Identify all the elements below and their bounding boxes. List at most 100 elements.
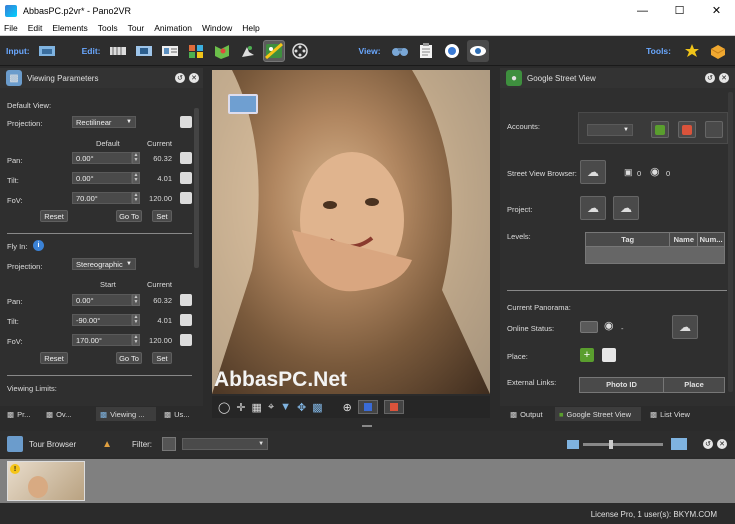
float-icon[interactable]: ↺: [175, 73, 185, 83]
menu-tools[interactable]: Tools: [98, 23, 118, 33]
image-icon[interactable]: ▩: [312, 401, 322, 414]
filter-select[interactable]: ▼: [182, 438, 269, 450]
tools-wizard-icon[interactable]: [681, 40, 703, 62]
tilt-stepper[interactable]: ▲ ▼: [132, 172, 140, 184]
slider-handle[interactable]: [609, 439, 613, 449]
crosshair-icon[interactable]: ✛: [236, 401, 245, 414]
remove-account-icon[interactable]: [678, 121, 696, 138]
scrollbar[interactable]: [194, 108, 199, 268]
input-panorama-icon[interactable]: [36, 40, 58, 62]
filter-icon[interactable]: [162, 437, 177, 451]
fly-fov-stepper[interactable]: ▲ ▼: [132, 334, 140, 346]
tab-properties[interactable]: ▩ Pr...: [3, 407, 39, 421]
tab-overview[interactable]: ▩ Ov...: [42, 407, 90, 421]
projection-options-icon[interactable]: [180, 116, 192, 128]
panorama-thumbnail-icon[interactable]: [228, 94, 258, 114]
tab-output[interactable]: ▩ Output: [506, 407, 552, 421]
splitter-handle[interactable]: [362, 425, 372, 427]
eye-icon[interactable]: [466, 39, 489, 62]
tour-element-icon[interactable]: [237, 40, 259, 62]
menu-help[interactable]: Help: [242, 23, 259, 33]
fly-pan-stepper[interactable]: ▲ ▼: [132, 294, 140, 306]
menu-window[interactable]: Window: [202, 23, 232, 33]
preview-icon[interactable]: [441, 40, 463, 62]
menu-elements[interactable]: Elements: [52, 23, 87, 33]
minimize-button[interactable]: —: [624, 0, 661, 21]
tab-google-street-view[interactable]: ■ Google Street View: [555, 407, 641, 421]
fly-pan-field[interactable]: 0.00°: [72, 294, 132, 306]
thumbnail-size-slider[interactable]: [583, 439, 663, 449]
panorama-viewport[interactable]: AbbasPC.Net: [212, 70, 490, 394]
sort-icon[interactable]: ▲: [102, 439, 112, 450]
fly-goto-button[interactable]: Go To: [116, 352, 142, 364]
fly-tilt-copy-icon[interactable]: [180, 314, 192, 326]
levels-table[interactable]: Tag Name Num...: [585, 232, 725, 264]
compass-icon[interactable]: ◯: [218, 401, 230, 414]
tab-viewing[interactable]: ▩ Viewing ...: [96, 407, 156, 421]
fly-pan-copy-icon[interactable]: [180, 294, 192, 306]
grid-icon[interactable]: ▦: [252, 401, 262, 414]
fly-fov-field[interactable]: 170.00°: [72, 334, 132, 346]
maximize-button[interactable]: ☐: [661, 0, 698, 21]
fly-set-button[interactable]: Set: [152, 352, 172, 364]
fly-projection-select[interactable]: Stereographic ▼: [72, 258, 136, 270]
goto-button[interactable]: Go To: [116, 210, 142, 222]
pan-stepper[interactable]: ▲ ▼: [132, 152, 140, 164]
tilt-copy-icon[interactable]: [180, 172, 192, 184]
color-red-button[interactable]: [383, 400, 404, 414]
tools-package-icon[interactable]: [707, 40, 729, 62]
close-icon[interactable]: ✕: [717, 439, 727, 449]
tab-list-view[interactable]: ▩ List View: [646, 407, 696, 421]
target-icon[interactable]: ⊕: [343, 401, 352, 414]
close-button[interactable]: ✕: [698, 0, 735, 21]
fov-stepper[interactable]: ▲ ▼: [132, 192, 140, 204]
close-icon[interactable]: ✕: [189, 73, 199, 83]
google-street-view-icon[interactable]: [262, 39, 285, 62]
fly-tilt-field[interactable]: -90.00°: [72, 314, 132, 326]
binoculars-icon[interactable]: [389, 40, 411, 62]
projection-select[interactable]: Rectilinear ▼: [72, 116, 136, 128]
reset-button[interactable]: Reset: [40, 210, 68, 222]
ruler-icon[interactable]: ⌖: [268, 401, 274, 414]
panorama-thumbnail[interactable]: !: [7, 461, 85, 501]
fly-tilt-stepper[interactable]: ▲ ▼: [132, 314, 140, 326]
menu-edit[interactable]: Edit: [28, 23, 43, 33]
menu-tour[interactable]: Tour: [128, 23, 145, 33]
scrollbar[interactable]: [728, 92, 733, 392]
refresh-account-icon[interactable]: [705, 121, 723, 138]
external-links-table[interactable]: Photo ID Place: [579, 377, 725, 393]
user-data-icon[interactable]: [159, 40, 181, 62]
maps-icon[interactable]: [211, 40, 233, 62]
viewing-parameters-icon[interactable]: [133, 40, 155, 62]
edit-place-button[interactable]: [602, 348, 616, 362]
patches-icon[interactable]: [107, 40, 129, 62]
set-button[interactable]: Set: [152, 210, 172, 222]
info-icon[interactable]: i: [33, 240, 44, 251]
publish-button[interactable]: ☁: [672, 315, 698, 339]
download-project-button[interactable]: ☁: [613, 196, 639, 220]
accounts-select[interactable]: ▼: [587, 124, 633, 136]
close-icon[interactable]: ✕: [719, 73, 729, 83]
upload-project-button[interactable]: ☁: [580, 196, 606, 220]
fly-reset-button[interactable]: Reset: [40, 352, 68, 364]
tilt-field[interactable]: 0.00°: [72, 172, 132, 184]
float-icon[interactable]: ↺: [703, 439, 713, 449]
move-icon[interactable]: ✥: [297, 401, 306, 414]
add-place-button[interactable]: +: [580, 348, 594, 362]
hotspot-icon[interactable]: ▼: [280, 401, 291, 413]
pan-field[interactable]: 0.00°: [72, 152, 132, 164]
float-icon[interactable]: ↺: [705, 73, 715, 83]
menu-file[interactable]: File: [4, 23, 18, 33]
skin-editor-icon[interactable]: [185, 40, 207, 62]
street-view-browser-button[interactable]: ☁: [580, 160, 606, 184]
status-toggle-icon[interactable]: [580, 321, 598, 333]
small-thumbnail-icon[interactable]: [567, 439, 579, 449]
fov-copy-icon[interactable]: [180, 192, 192, 204]
animation-icon[interactable]: [289, 40, 311, 62]
clipboard-icon[interactable]: [415, 40, 437, 62]
tab-user-data[interactable]: ▩ Us...: [160, 407, 200, 421]
large-thumbnail-icon[interactable]: [671, 438, 687, 450]
pan-copy-icon[interactable]: [180, 152, 192, 164]
fly-fov-copy-icon[interactable]: [180, 334, 192, 346]
add-account-icon[interactable]: [651, 121, 669, 138]
